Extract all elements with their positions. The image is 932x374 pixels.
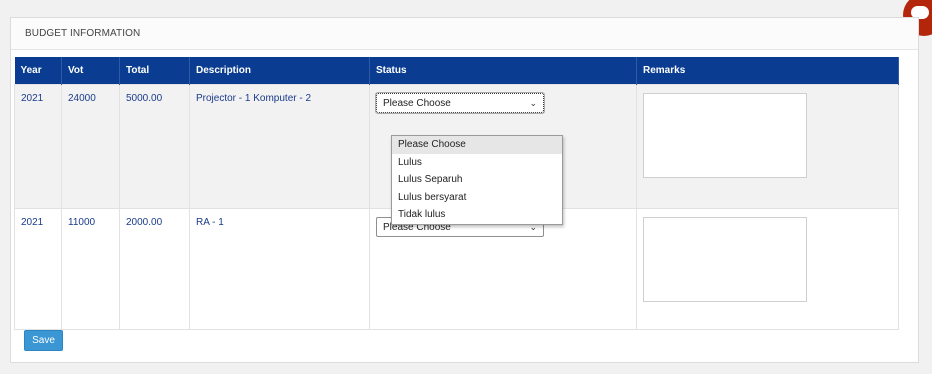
- chevron-down-icon: ⌄: [529, 97, 537, 108]
- cell-year: 2021: [14, 84, 62, 209]
- remarks-textarea[interactable]: [643, 93, 807, 178]
- dropdown-option[interactable]: Lulus: [392, 154, 562, 172]
- cell-remarks: [636, 208, 899, 330]
- cell-description: Projector - 1 Komputer - 2: [189, 84, 370, 209]
- header-remarks: Remarks: [636, 57, 899, 85]
- status-select[interactable]: Please Choose ⌄: [375, 92, 545, 114]
- header-vot: Vot: [61, 57, 120, 85]
- cell-remarks: [636, 84, 899, 209]
- remarks-textarea[interactable]: [643, 217, 807, 302]
- header-total: Total: [119, 57, 190, 85]
- status-dropdown-list: Please Choose Lulus Lulus Separuh Lulus …: [391, 135, 563, 225]
- dropdown-option[interactable]: Tidak lulus: [392, 206, 562, 224]
- header-year: Year: [14, 57, 62, 85]
- panel-title: BUDGET INFORMATION: [11, 18, 918, 50]
- cell-year: 2021: [14, 208, 62, 330]
- cell-description: RA - 1: [189, 208, 370, 330]
- header-description: Description: [189, 57, 370, 85]
- cell-vot: 11000: [61, 208, 120, 330]
- table-header-row: Year Vot Total Description Status Remark…: [14, 57, 899, 85]
- save-button[interactable]: Save: [24, 330, 63, 351]
- status-select-value: Please Choose: [383, 97, 451, 109]
- cell-status: Please Choose ⌄: [369, 208, 637, 330]
- dropdown-option[interactable]: Lulus Separuh: [392, 171, 562, 189]
- dropdown-option[interactable]: Lulus bersyarat: [392, 189, 562, 207]
- cell-total: 2000.00: [119, 208, 190, 330]
- table-row: 2021 11000 2000.00 RA - 1 Please Choose …: [14, 208, 899, 330]
- cell-total: 5000.00: [119, 84, 190, 209]
- cell-vot: 24000: [61, 84, 120, 209]
- header-status: Status: [369, 57, 637, 85]
- dropdown-option[interactable]: Please Choose: [392, 136, 562, 154]
